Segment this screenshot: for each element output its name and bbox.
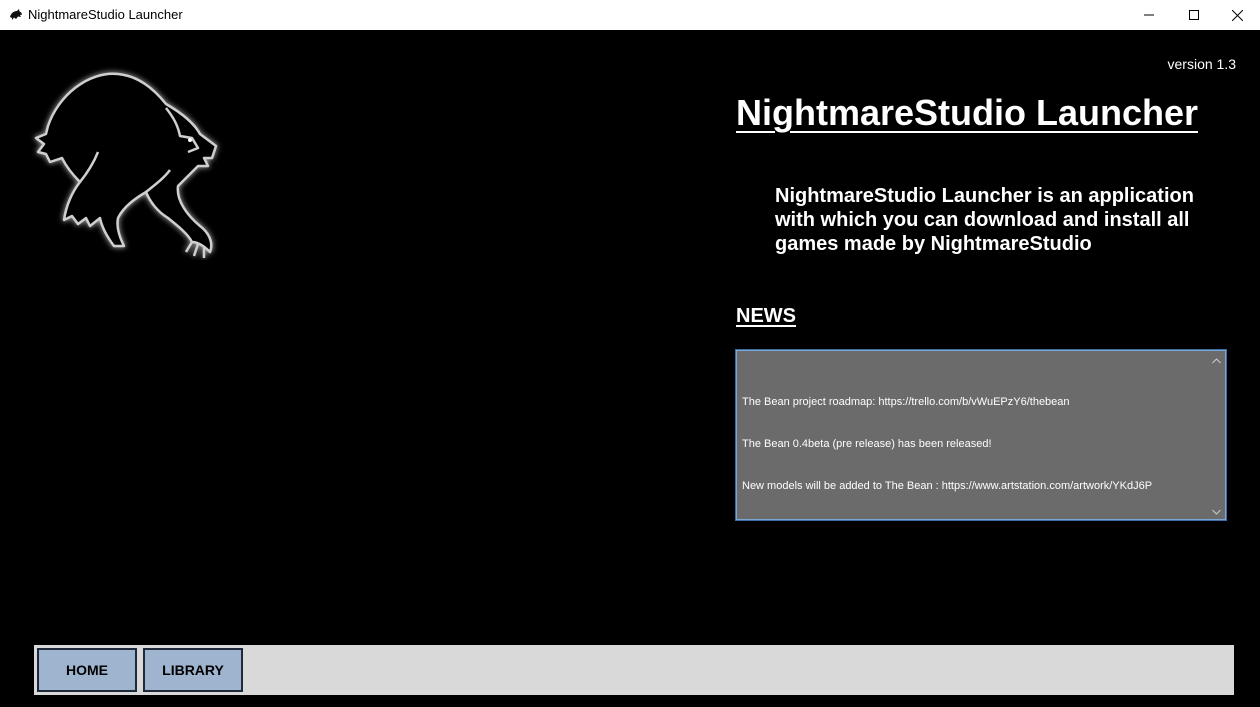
news-line: The Bean 0.4beta (pre release) has been … xyxy=(742,438,992,450)
scroll-down-button[interactable] xyxy=(1208,502,1225,519)
library-button[interactable]: LIBRARY xyxy=(143,648,243,692)
news-line: New models will be added to The Bean : h… xyxy=(742,480,1153,492)
wolf-icon xyxy=(9,8,23,22)
launcher-window: NightmareStudio Launcher version 1.3 Nig… xyxy=(0,0,1260,707)
page-title: NightmareStudio Launcher xyxy=(736,92,1199,133)
bottom-nav-bar: HOME LIBRARY xyxy=(34,645,1234,695)
close-icon xyxy=(1231,9,1243,21)
main-content: version 1.3 NightmareStudio Launcher Nig… xyxy=(0,30,1260,707)
chevron-up-icon xyxy=(1212,351,1221,369)
version-label: version 1.3 xyxy=(1167,56,1236,72)
news-heading: NEWS xyxy=(736,305,796,327)
news-line: The Bean project roadmap: https://trello… xyxy=(742,396,1070,408)
minimize-icon xyxy=(1144,10,1154,20)
chevron-down-icon xyxy=(1212,502,1221,520)
maximize-icon xyxy=(1189,10,1199,20)
minimize-button[interactable] xyxy=(1126,0,1172,30)
close-button[interactable] xyxy=(1214,0,1260,30)
maximize-button[interactable] xyxy=(1171,0,1217,30)
app-description: NightmareStudio Launcher is an applicati… xyxy=(775,185,1194,255)
news-scrollbar[interactable] xyxy=(1208,351,1225,519)
window-title: NightmareStudio Launcher xyxy=(28,7,183,22)
home-button[interactable]: HOME xyxy=(37,648,137,692)
scroll-up-button[interactable] xyxy=(1208,351,1225,368)
news-textbox[interactable]: The Bean project roadmap: https://trello… xyxy=(735,349,1227,521)
news-content[interactable]: The Bean project roadmap: https://trello… xyxy=(742,367,1204,521)
title-bar: NightmareStudio Launcher xyxy=(0,0,1260,30)
wolf-logo xyxy=(28,66,228,260)
